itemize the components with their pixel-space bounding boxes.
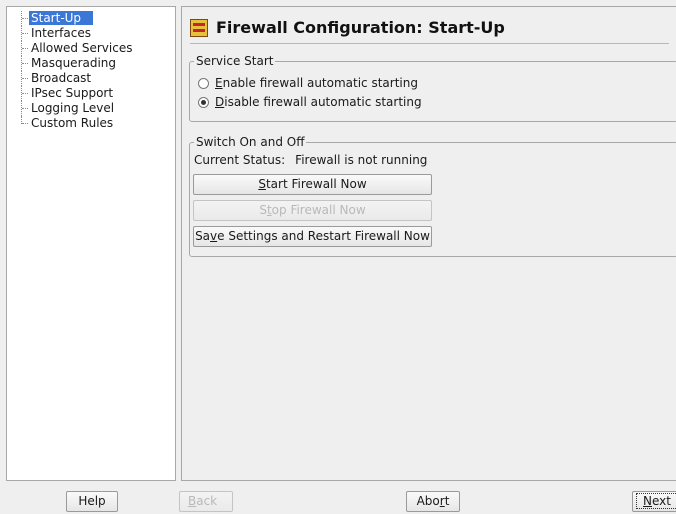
- tree-item-custom-rules[interactable]: Custom Rules: [7, 116, 175, 131]
- stop-firewall-button[interactable]: Stop Firewall Now: [193, 200, 432, 221]
- title-row: Firewall Configuration: Start-Up: [190, 15, 669, 44]
- page-title: Firewall Configuration: Start-Up: [216, 18, 505, 37]
- current-status: Current Status: Firewall is not running: [194, 153, 427, 167]
- tree-item-allowed-services[interactable]: Allowed Services: [7, 41, 175, 56]
- abort-button[interactable]: Abort: [406, 491, 460, 512]
- tree-item-broadcast[interactable]: Broadcast: [7, 71, 175, 86]
- tree-item-logging-level[interactable]: Logging Level: [7, 101, 175, 116]
- switch-on-off-group: Switch On and Off Current Status: Firewal…: [189, 135, 676, 257]
- tree-item-start-up[interactable]: Start-Up: [7, 11, 175, 26]
- start-firewall-button[interactable]: Start Firewall Now: [193, 174, 432, 195]
- radio-checked-icon[interactable]: [198, 97, 209, 108]
- firewall-icon: [190, 19, 208, 37]
- radio-unchecked-icon[interactable]: [198, 78, 209, 89]
- tree-item-interfaces[interactable]: Interfaces: [7, 26, 175, 41]
- status-value: Firewall is not running: [295, 153, 428, 167]
- disable-autostart-radio[interactable]: Disable firewall automatic starting: [198, 94, 422, 110]
- navigation-tree[interactable]: Start-Up Interfaces Allowed Services Mas…: [6, 6, 176, 481]
- tree-item-masquerading[interactable]: Masquerading: [7, 56, 175, 71]
- content-panel: Firewall Configuration: Start-Up Service…: [181, 6, 676, 481]
- enable-autostart-radio[interactable]: Enable firewall automatic starting: [198, 75, 418, 91]
- save-and-restart-button[interactable]: Save Settings and Restart Firewall Now: [193, 226, 432, 247]
- status-label: Current Status:: [194, 153, 286, 167]
- next-button[interactable]: Next: [632, 491, 676, 512]
- back-button[interactable]: Back: [179, 491, 233, 512]
- tree-item-ipsec-support[interactable]: IPsec Support: [7, 86, 175, 101]
- service-start-legend: Service Start: [196, 54, 274, 68]
- help-button[interactable]: Help: [66, 491, 118, 512]
- switch-legend: Switch On and Off: [196, 135, 305, 149]
- service-start-group: Service Start Enable firewall automatic …: [189, 54, 676, 122]
